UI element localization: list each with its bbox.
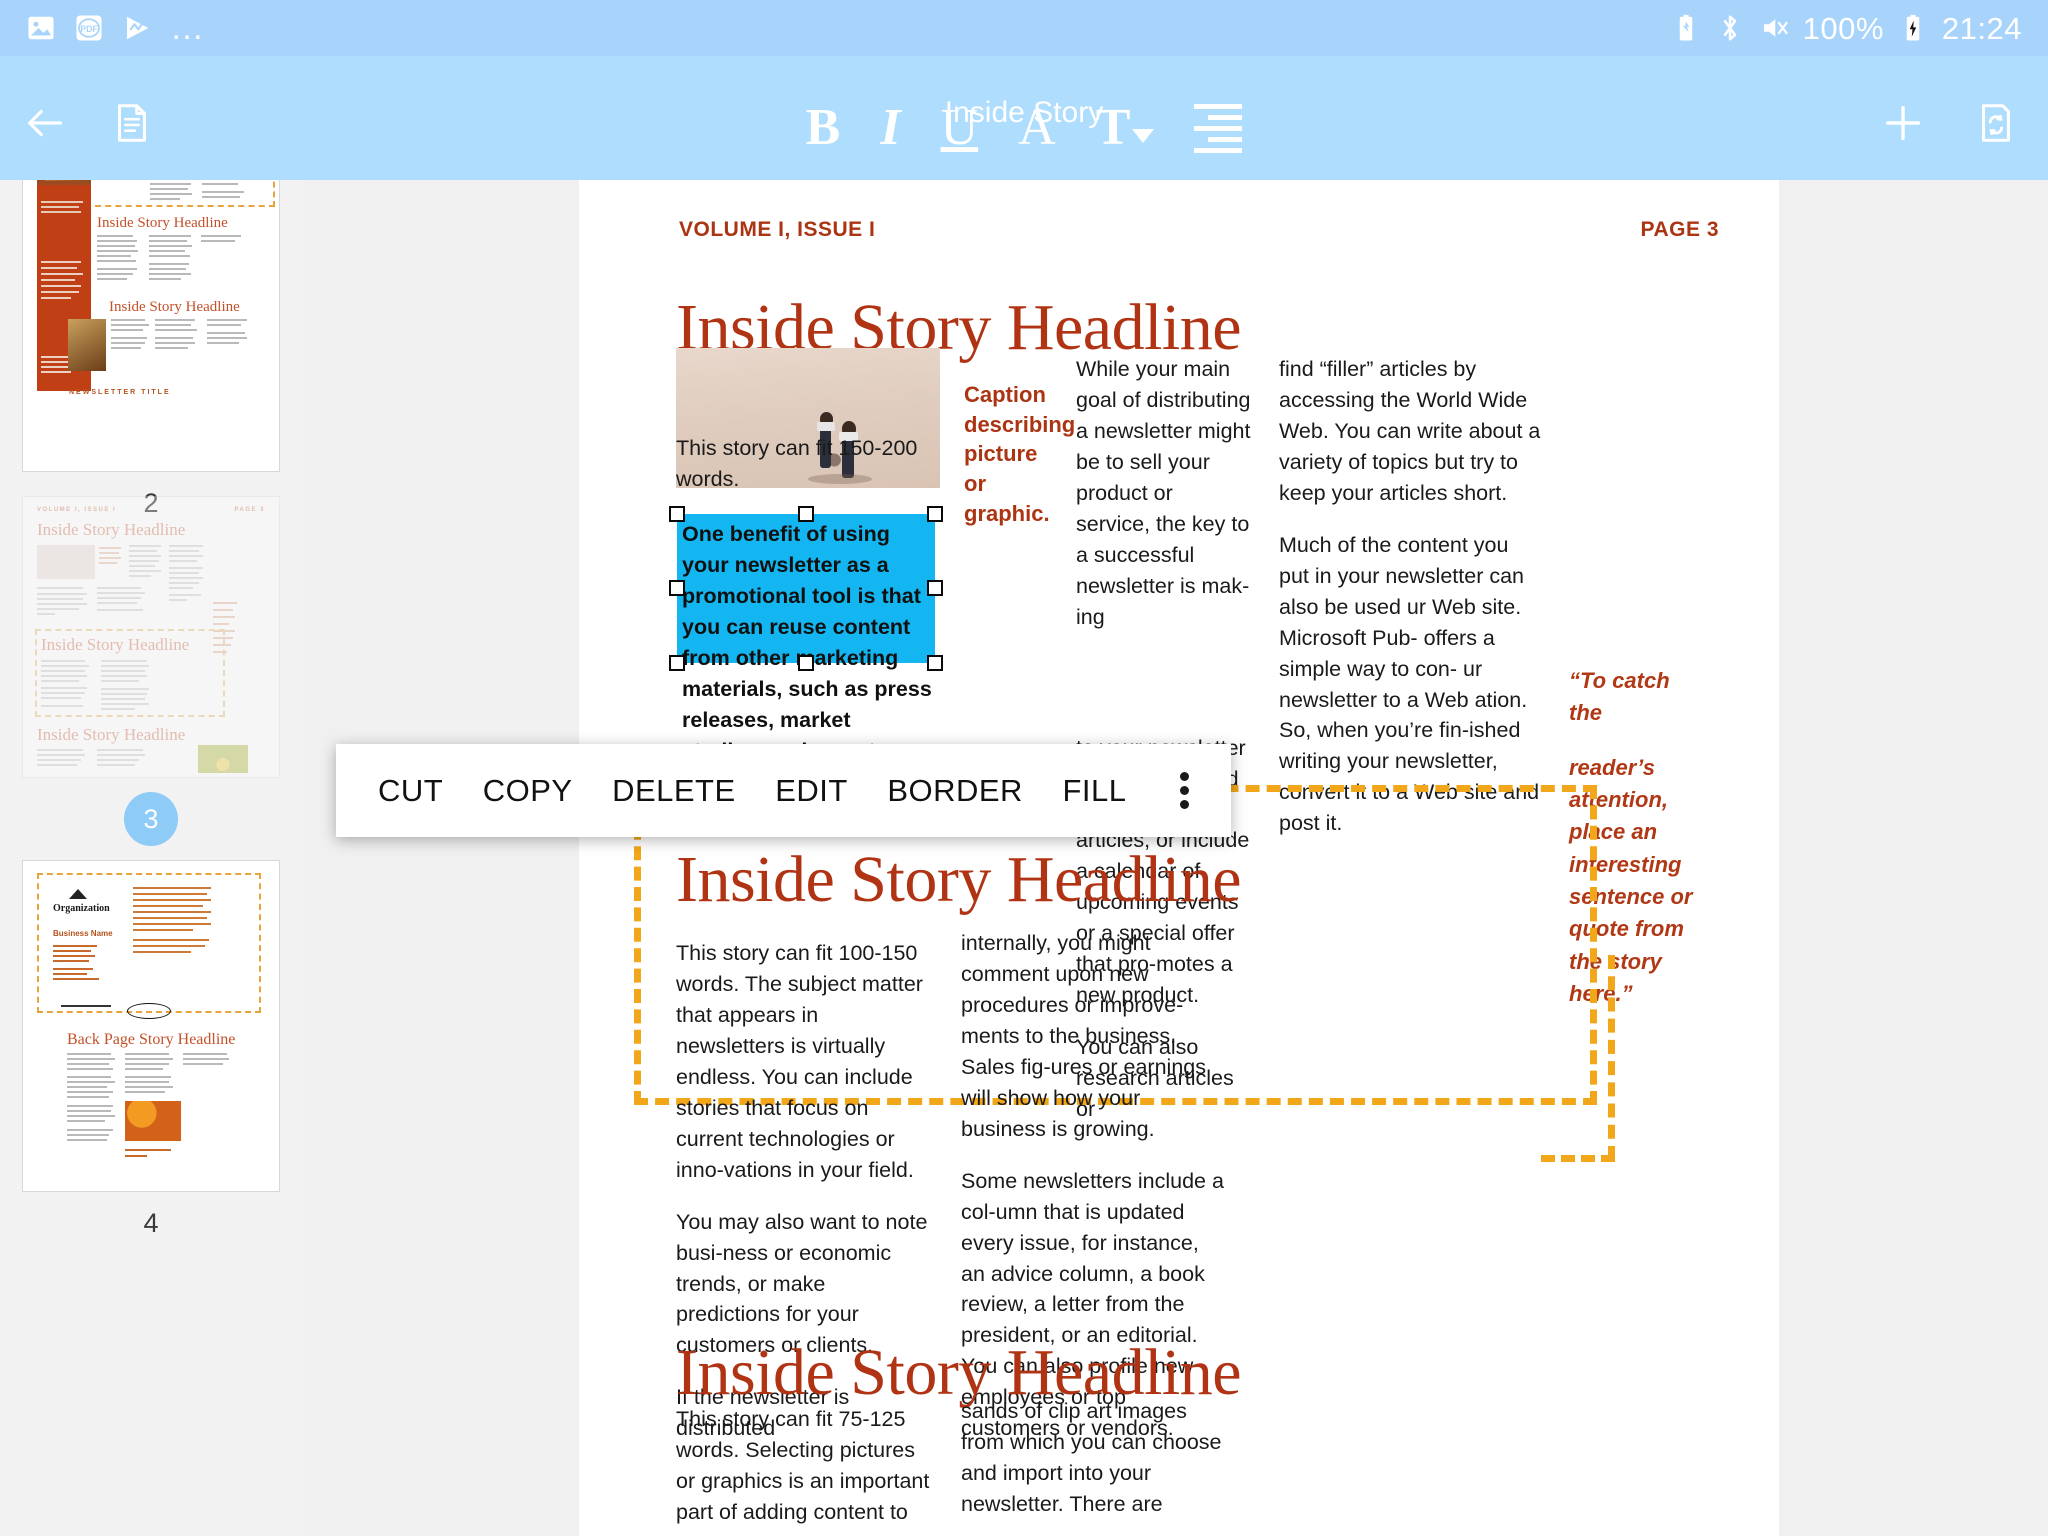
context-menu-item-delete[interactable]: DELETE — [612, 773, 736, 809]
selected-text-box[interactable]: One benefit of using your newsletter as … — [677, 514, 935, 763]
photo-caption[interactable]: Caption describing picture or graphic. — [964, 380, 1075, 528]
underline-button[interactable]: U — [941, 102, 979, 154]
resize-handle-middle-left[interactable] — [669, 580, 685, 596]
col2-p1: While your main goal of distributing a n… — [1076, 357, 1251, 629]
overflow-dots-icon: … — [170, 8, 207, 47]
thumbnail-page-number-4: 4 — [143, 1208, 159, 1238]
thumb3-title-a: Inside Story Headline — [37, 520, 186, 539]
document-page[interactable]: VOLUME I, ISSUE I PAGE 3 Inside Story He… — [579, 180, 1779, 1536]
context-menu-item-copy[interactable]: COPY — [483, 773, 573, 809]
resize-handle-bottom-right[interactable] — [927, 655, 943, 671]
pdf-icon: PDF — [76, 15, 102, 41]
italic-button[interactable]: I — [880, 102, 900, 154]
bot-c2-p1: sands of clip art images from which you … — [961, 1399, 1222, 1516]
align-justify-icon[interactable] — [1194, 103, 1243, 153]
app-root: PDF … 100% 21:24 Inside Story B I U A T … — [0, 0, 2048, 1536]
column-2-bottom[interactable]: sands of clip art images from which you … — [961, 1396, 1225, 1536]
status-bar-left-icons: PDF … — [26, 8, 207, 47]
toolbar-right-actions — [1880, 100, 2018, 146]
context-menu[interactable]: CUT COPY DELETE EDIT BORDER FILL — [336, 744, 1231, 837]
page-label: PAGE 3 — [1640, 218, 1719, 241]
resize-handle-middle-right[interactable] — [927, 580, 943, 596]
context-menu-item-cut[interactable]: CUT — [378, 773, 443, 809]
charging-battery-icon — [1906, 14, 1920, 41]
thumbnail-item-2[interactable]: Inside Story Headline Inside Story Headl… — [22, 180, 280, 519]
resize-handle-bottom-left[interactable] — [669, 655, 685, 671]
thumb3-title-c: Inside Story Headline — [37, 725, 186, 744]
resize-handle-top-center[interactable] — [798, 506, 814, 522]
thumb4-business: Business Name — [53, 929, 113, 938]
col3-p1: find “filler” articles by accessing the … — [1279, 357, 1541, 505]
thumbnail-page-number-3: 3 — [124, 792, 178, 846]
status-bar-right-icons: 100% 21:24 — [1671, 13, 2022, 44]
context-menu-item-border[interactable]: BORDER — [887, 773, 1023, 809]
mid-c2-p1: internally, you might comment upon new p… — [961, 931, 1206, 1141]
document-canvas[interactable]: VOLUME I, ISSUE I PAGE 3 Inside Story He… — [304, 180, 2048, 1536]
thumb3-title-b: Inside Story Headline — [41, 635, 190, 654]
thumbnail-preview-4[interactable]: Organization Business Name Back Page Sto… — [22, 860, 280, 1192]
dashed-frame-right-segment — [1608, 955, 1615, 1160]
thumbnail-preview-2[interactable]: Inside Story Headline Inside Story Headl… — [22, 180, 280, 472]
document-header: VOLUME I, ISSUE I PAGE 3 — [679, 218, 1719, 242]
thumb4-title: Back Page Story Headline — [67, 1031, 236, 1048]
workspace: Inside Story Headline Inside Story Headl… — [0, 180, 2048, 1536]
resize-handle-bottom-center[interactable] — [798, 655, 814, 671]
text-style-button[interactable]: T — [1096, 102, 1155, 154]
bot-c1-p1: This story can fit 75-125 words. Selecti… — [676, 1407, 930, 1524]
thumbnail-item-4[interactable]: Organization Business Name Back Page Sto… — [22, 860, 280, 1239]
app-toolbar: Inside Story B I U A T — [0, 56, 2048, 180]
thumb2-footer: NEWSLETTER TITLE — [69, 389, 171, 396]
pull-quote-open: “To catch the — [1569, 668, 1670, 726]
font-color-button[interactable]: A — [1018, 102, 1056, 154]
thumb2-title-a: Inside Story Headline — [97, 215, 228, 231]
media-play-icon — [127, 16, 149, 40]
thumb2-title-b: Inside Story Headline — [109, 299, 240, 315]
status-bar: PDF … 100% 21:24 — [0, 0, 2048, 56]
vertical-dots-icon[interactable] — [1179, 772, 1189, 809]
mute-icon — [1763, 19, 1788, 37]
svg-text:PDF: PDF — [80, 24, 98, 34]
context-menu-item-edit[interactable]: EDIT — [775, 773, 848, 809]
clock-label: 21:24 — [1941, 10, 2022, 46]
context-menu-item-fill[interactable]: FILL — [1062, 773, 1126, 809]
dashed-frame-bottom-segment — [1541, 1155, 1615, 1162]
bluetooth-icon — [1723, 15, 1736, 41]
mid-c1-p1: This story can fit 100-150 words. The su… — [676, 941, 923, 1182]
column-1-top[interactable]: This story can fit 150-200 words. — [676, 433, 934, 516]
resize-handle-top-left[interactable] — [669, 506, 685, 522]
headline-2[interactable]: Inside Story Headline — [676, 842, 1242, 918]
battery-percent-label: 100% — [1802, 10, 1884, 46]
page-thumbnail-sidebar[interactable]: Inside Story Headline Inside Story Headl… — [0, 180, 304, 1536]
selected-text-content: One benefit of using your newsletter as … — [682, 522, 932, 763]
thumbnail-preview-3[interactable]: VOLUME I, ISSUE I PAGE 3 Inside Story He… — [22, 496, 280, 778]
battery-saver-icon — [1679, 14, 1692, 41]
column-1-bottom[interactable]: This story can fit 75-125 words. Selecti… — [676, 1404, 930, 1536]
image-icon — [28, 16, 54, 40]
document-sync-icon[interactable] — [1972, 100, 2018, 146]
volume-label: VOLUME I, ISSUE I — [679, 218, 876, 241]
thumb4-org: Organization — [53, 903, 110, 914]
formatting-toolbar: B I U A T — [0, 102, 2048, 154]
resize-handle-top-right[interactable] — [927, 506, 943, 522]
plus-icon[interactable] — [1880, 100, 1926, 146]
thumbnail-item-3[interactable]: VOLUME I, ISSUE I PAGE 3 Inside Story He… — [22, 496, 280, 846]
col1-line1: This story can fit 150-200 words. — [676, 436, 918, 491]
bold-button[interactable]: B — [806, 102, 841, 154]
text-style-label: T — [1095, 99, 1131, 156]
chevron-down-icon — [1132, 129, 1155, 143]
